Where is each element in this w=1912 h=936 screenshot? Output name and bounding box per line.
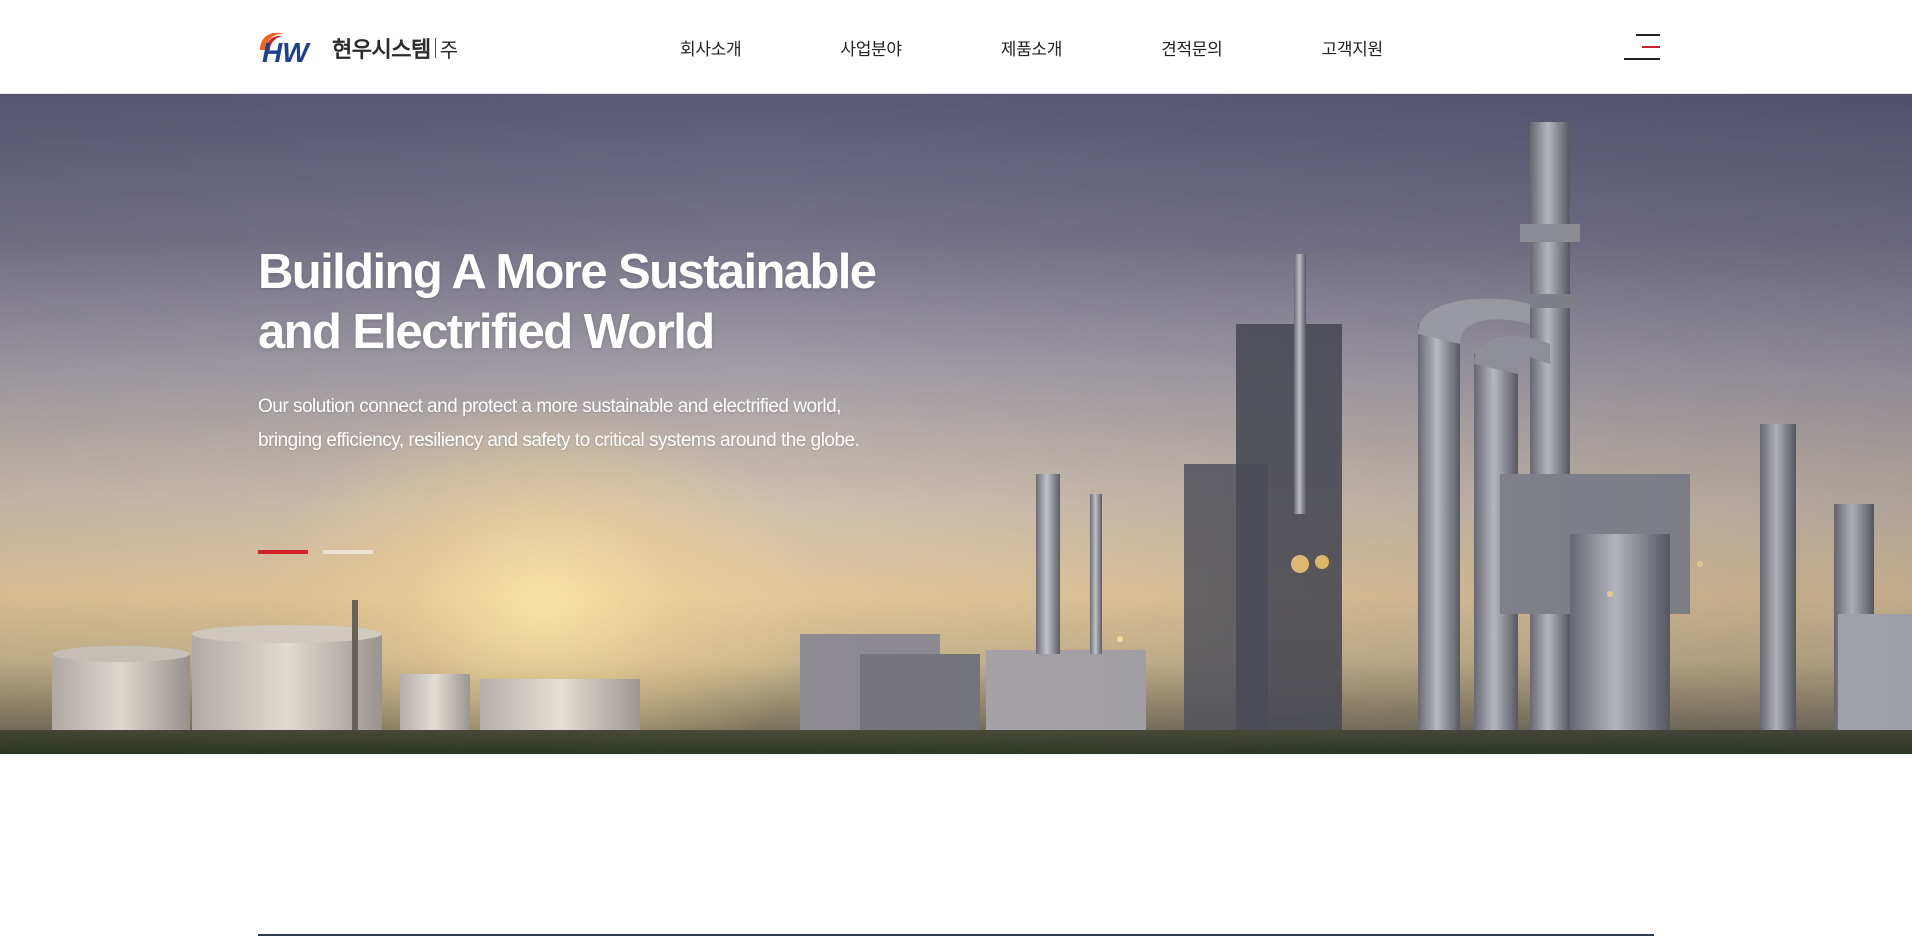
logo-mark-text: HW [262,37,311,68]
menu-line-bottom [1624,58,1660,60]
hero-description: Our solution connect and protect a more … [258,390,978,458]
logo-divider [434,38,436,58]
logo-suffix: 주 [439,37,459,62]
hero-banner: Building A More Sustainable and Electrif… [0,94,1912,754]
slide-indicator-1[interactable] [258,550,308,554]
company-logo[interactable]: HW 현우시스템 주 [258,28,458,68]
hero-description-line-1: Our solution connect and protect a more … [258,396,841,417]
nav-item-support[interactable]: 고객지원 [1322,35,1384,60]
hero-title-line-2: and Electrified World [258,305,715,359]
menu-line-middle [1642,46,1660,48]
slide-pagination [258,550,388,554]
hero-title: Building A More Sustainable and Electrif… [258,242,978,362]
slide-indicator-2[interactable] [323,550,373,554]
menu-line-top [1636,34,1660,36]
logo-mark-icon: HW [258,28,328,68]
hero-title-line-1: Building A More Sustainable [258,245,877,299]
nav-item-business[interactable]: 사업분야 [840,35,902,60]
nav-item-company[interactable]: 회사소개 [680,35,742,60]
hero-description-line-2: bringing efficiency, resiliency and safe… [258,430,860,451]
content-section [0,754,1912,936]
hamburger-menu-icon[interactable] [1624,32,1660,62]
nav-item-quote[interactable]: 견적문의 [1161,35,1223,60]
main-nav: 회사소개 사업분야 제품소개 견적문의 고객지원 [680,0,1383,94]
nav-item-products[interactable]: 제품소개 [1001,35,1063,60]
logo-company-name: 현우시스템 [332,38,431,63]
site-header: HW 현우시스템 주 회사소개 사업분야 제품소개 견적문의 고객지원 [0,0,1912,94]
